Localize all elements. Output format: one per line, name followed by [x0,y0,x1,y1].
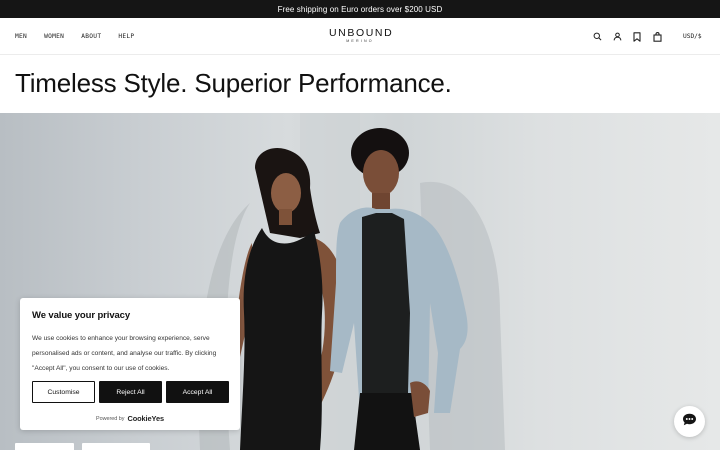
logo-wordmark: UNBOUND [329,27,394,39]
header-icons [590,18,670,55]
chat-widget-button[interactable] [674,406,705,437]
cookie-consent-banner: We value your privacy We use cookies to … [20,298,240,430]
nav-item-help[interactable]: HELP [118,33,134,40]
cookieyes-logo[interactable]: CookieYes [127,414,164,423]
account-icon[interactable] [610,30,624,44]
currency-selector[interactable]: USD/$ [683,18,702,55]
powered-by: Powered by CookieYes [20,414,240,423]
nav-item-about[interactable]: ABOUT [81,33,101,40]
powered-by-label: Powered by [96,415,125,422]
hero-button-partial[interactable] [15,443,74,450]
announcement-text: Free shipping on Euro orders over $200 U… [277,4,443,14]
customise-button[interactable]: Customise [32,381,95,403]
announcement-bar: Free shipping on Euro orders over $200 U… [0,0,720,18]
cookie-body-text: We use cookies to enhance your browsing … [32,335,217,372]
main-nav: MEN WOMEN ABOUT HELP [15,18,151,55]
reject-all-button[interactable]: Reject All [99,381,162,403]
hero-headline: Timeless Style. Superior Performance. [15,68,452,98]
accept-all-button[interactable]: Accept All [166,381,229,403]
chat-icon [682,413,697,431]
site-header: MEN WOMEN ABOUT HELP UNBOUND MERINO USD/… [0,18,720,55]
hero-button-partial[interactable] [82,443,150,450]
cart-icon[interactable] [650,30,664,44]
cookie-title: We value your privacy [32,310,131,321]
logo-subtitle: MERINO [346,39,374,43]
site-logo[interactable]: UNBOUND MERINO [329,27,394,44]
nav-item-women[interactable]: WOMEN [44,33,64,40]
search-icon[interactable] [590,30,604,44]
nav-item-men[interactable]: MEN [15,33,27,40]
cookie-buttons: Customise Reject All Accept All [32,381,229,403]
bookmark-icon[interactable] [630,30,644,44]
